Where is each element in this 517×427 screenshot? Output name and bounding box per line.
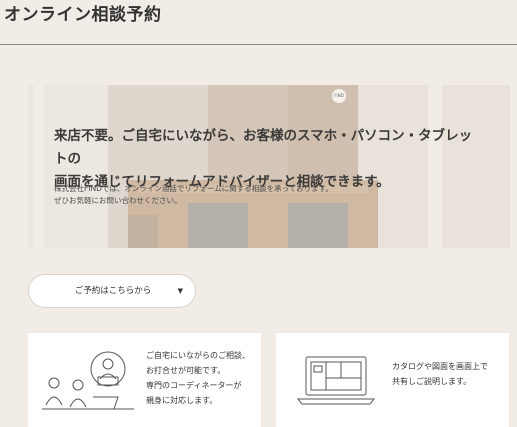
hero-subtext: 株式会社FINDでは、オンライン通話でリフォームに関する相談を承っております。 … xyxy=(54,183,474,207)
find-logo-badge: FIND xyxy=(332,89,346,103)
card-line: カタログや図面を画面上で xyxy=(392,362,488,371)
caret-down-icon: ▼ xyxy=(177,287,183,295)
card-line: お打合せが可能です。 xyxy=(146,366,226,375)
card-line: 専門のコーディネーターが xyxy=(146,381,242,390)
feature-card-screen-share: カタログや図面を画面上で 共有しご説明します。 xyxy=(276,333,509,427)
reserve-button[interactable]: ご予約はこちらから ▼ xyxy=(28,274,196,308)
hero-subtext-line1: 株式会社FINDでは、オンライン通話でリフォームに関する相談を承っております。 xyxy=(54,184,333,193)
feature-card-screen-share-text: カタログや図面を画面上で 共有しご説明します。 xyxy=(392,359,504,389)
hero-headline-line1: 来店不要。ご自宅にいながら、お客様のスマホ・パソコン・タブレットの xyxy=(54,128,473,167)
card-line: 共有しご説明します。 xyxy=(392,377,472,386)
consultation-people-icon xyxy=(42,351,134,410)
hero-banner: FIND 来店不要。ご自宅にいながら、お客様のスマホ・パソコン・タブレットの 画… xyxy=(28,85,510,248)
hero-subtext-line2: ぜひお気軽にお問い合わせください。 xyxy=(54,196,182,205)
card-line: ご自宅にいながらのご相談、 xyxy=(146,351,250,360)
title-divider xyxy=(0,44,517,45)
page-title: オンライン相談予約 xyxy=(4,5,162,25)
reserve-button-label: ご予約はこちらから xyxy=(74,286,152,296)
feature-card-consultation-text: ご自宅にいながらのご相談、 お打合せが可能です。 専門のコーディネーターが 親身… xyxy=(146,348,258,408)
laptop-floorplan-icon xyxy=(296,356,376,405)
feature-card-consultation: ご自宅にいながらのご相談、 お打合せが可能です。 専門のコーディネーターが 親身… xyxy=(28,333,261,427)
card-line: 親身に対応します。 xyxy=(146,396,218,405)
